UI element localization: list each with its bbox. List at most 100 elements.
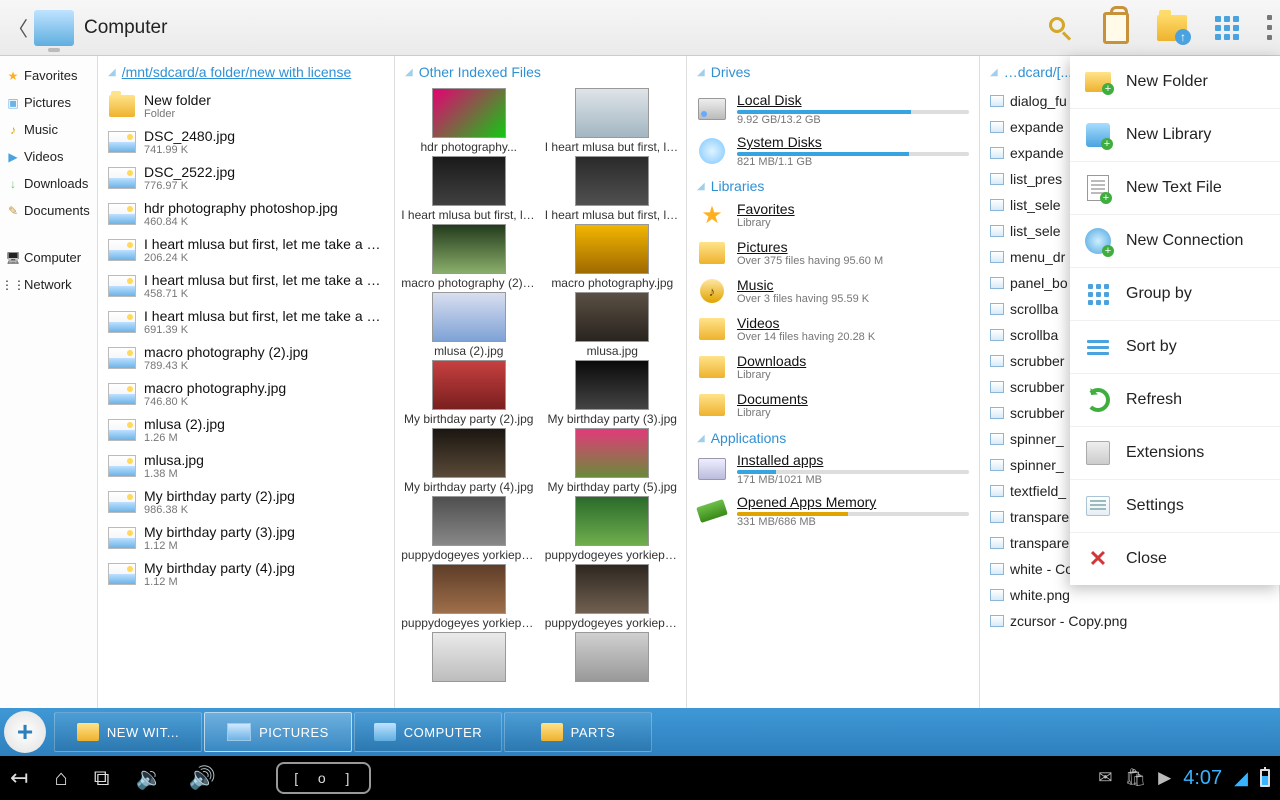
thumbnail[interactable]: I heart mlusa but first, let... <box>545 156 681 222</box>
list-item[interactable]: Installed apps171 MB/1021 MB <box>693 448 973 490</box>
tab-parts[interactable]: PARTS <box>504 712 652 752</box>
store-tray-icon[interactable]: 🛍 <box>1125 768 1147 788</box>
sidebar-item-documents[interactable]: ✎Documents <box>0 197 97 224</box>
view-grid-icon[interactable] <box>1215 16 1239 40</box>
screenshot-button[interactable]: [ o ] <box>276 762 371 794</box>
menu-item-new-connection[interactable]: New Connection <box>1070 215 1280 268</box>
search-icon[interactable] <box>1045 13 1075 43</box>
play-tray-icon[interactable]: ▶ <box>1158 768 1171 788</box>
sidebar-item-computer[interactable]: 🖥Computer <box>0 244 97 271</box>
thumb-caption: hdr photography... <box>420 140 517 154</box>
section-libraries[interactable]: Libraries <box>711 178 765 194</box>
menu-item-extensions[interactable]: Extensions <box>1070 427 1280 480</box>
thumbnail[interactable]: macro photography (2).jpg <box>401 224 537 290</box>
file-row[interactable]: zcursor - Copy.png <box>986 608 1273 634</box>
section-applications[interactable]: Applications <box>711 430 787 446</box>
nav-home-icon[interactable]: ⌂ <box>54 765 67 791</box>
android-navbar: ↤ ⌂ ⧉ 🔉 🔊 [ o ] ✉ 🛍 ▶ 4:07 ◢ <box>0 756 1280 800</box>
tab-pictures[interactable]: PICTURES <box>204 712 352 752</box>
sidebar-item-pictures[interactable]: ▣Pictures <box>0 89 97 116</box>
thumbnail[interactable]: puppydogeyes yorkiepoo... <box>545 496 681 562</box>
file-row[interactable]: DSC_2522.jpg776.97 K <box>104 160 388 196</box>
thumbnail[interactable]: My birthday party (5).jpg <box>545 428 681 494</box>
overflow-menu-icon[interactable] <box>1267 15 1272 40</box>
thumbnail[interactable]: I heart mlusa but first, let... <box>545 88 681 154</box>
folder-icon <box>109 95 135 117</box>
sidebar-item-videos[interactable]: ▶Videos <box>0 143 97 170</box>
add-tab-button[interactable]: + <box>4 711 46 753</box>
sidebar-item-favorites[interactable]: ★Favorites <box>0 62 97 89</box>
thumbnail[interactable]: I heart mlusa but first, let... <box>401 156 537 222</box>
star-icon: ★ <box>701 201 723 230</box>
menu-item-new-library[interactable]: New Library <box>1070 109 1280 162</box>
box-icon <box>699 356 725 378</box>
thumbnail[interactable]: mlusa.jpg <box>545 292 681 358</box>
image-icon <box>108 383 136 405</box>
thumbnail[interactable] <box>545 632 681 684</box>
menu-item-group-by[interactable]: Group by <box>1070 268 1280 321</box>
tab-computer[interactable]: COMPUTER <box>354 712 502 752</box>
image-icon <box>108 455 136 477</box>
file-row[interactable]: My birthday party (4).jpg1.12 M <box>104 556 388 592</box>
file-row[interactable]: hdr photography photoshop.jpg460.84 K <box>104 196 388 232</box>
file-row[interactable]: mlusa (2).jpg1.26 M <box>104 412 388 448</box>
file-row[interactable]: I heart mlusa but first, let me take a s… <box>104 304 388 340</box>
file-row[interactable]: I heart mlusa but first, let me take a s… <box>104 232 388 268</box>
thumbnail[interactable]: puppydogeyes yorkiepoo... <box>401 496 537 562</box>
file-row[interactable]: mlusa.jpg1.38 M <box>104 448 388 484</box>
thumbnail[interactable]: My birthday party (3).jpg <box>545 360 681 426</box>
thumb-image <box>575 360 649 410</box>
file-row[interactable]: My birthday party (2).jpg986.38 K <box>104 484 388 520</box>
menu-item-refresh[interactable]: Refresh <box>1070 374 1280 427</box>
menu-item-new-folder[interactable]: New Folder <box>1070 56 1280 109</box>
list-item[interactable]: Local Disk9.92 GB/13.2 GB <box>693 88 973 130</box>
nav-recent-icon[interactable]: ⧉ <box>94 765 110 791</box>
list-item[interactable]: DownloadsLibrary <box>693 348 973 386</box>
sidebar-item-network[interactable]: ⋮⋮Network <box>0 271 97 298</box>
menu-item-label: Sort by <box>1126 338 1177 356</box>
clipboard-icon[interactable] <box>1103 12 1129 44</box>
menu-item-sort-by[interactable]: Sort by <box>1070 321 1280 374</box>
panel2-title[interactable]: Other Indexed Files <box>419 64 541 80</box>
file-row[interactable]: macro photography.jpg746.80 K <box>104 376 388 412</box>
thumbnail[interactable]: hdr photography... <box>401 88 537 154</box>
thumb-caption: My birthday party (3).jpg <box>548 412 677 426</box>
thumbnail[interactable]: puppydogeyes yorkiepoo... <box>545 564 681 630</box>
file-row[interactable]: My birthday party (3).jpg1.12 M <box>104 520 388 556</box>
volume-up-icon[interactable]: 🔊 <box>189 765 216 791</box>
sidebar-item-downloads[interactable]: ↓Downloads <box>0 170 97 197</box>
sidebar-icon: ✎ <box>6 204 20 218</box>
list-item[interactable]: PicturesOver 375 files having 95.60 M <box>693 234 973 272</box>
mail-tray-icon[interactable]: ✉ <box>1098 768 1112 788</box>
nav-back-icon[interactable]: ↤ <box>10 765 28 791</box>
file-row[interactable]: DSC_2480.jpg741.99 K <box>104 124 388 160</box>
upload-folder-icon[interactable] <box>1157 15 1187 41</box>
sidebar-item-music[interactable]: ♪Music <box>0 116 97 143</box>
list-item[interactable]: Opened Apps Memory331 MB/686 MB <box>693 490 973 532</box>
menu-item-close[interactable]: ✕Close <box>1070 533 1280 585</box>
file-row[interactable]: I heart mlusa but first, let me take a s… <box>104 268 388 304</box>
thumbnail[interactable]: mlusa (2).jpg <box>401 292 537 358</box>
back-button[interactable]: 〈 <box>8 13 28 42</box>
file-row[interactable]: macro photography (2).jpg789.43 K <box>104 340 388 376</box>
volume-down-icon[interactable]: 🔉 <box>135 765 162 791</box>
thumbnail[interactable]: My birthday party (2).jpg <box>401 360 537 426</box>
list-item[interactable]: VideosOver 14 files having 20.28 K <box>693 310 973 348</box>
list-item[interactable]: DocumentsLibrary <box>693 386 973 424</box>
panel1-path[interactable]: /mnt/sdcard/a folder/new with license <box>122 64 352 80</box>
menu-item-new-text-file[interactable]: New Text File <box>1070 162 1280 215</box>
list-item[interactable]: ♪ MusicOver 3 files having 95.59 K <box>693 272 973 310</box>
thumbnail[interactable]: My birthday party (4).jpg <box>401 428 537 494</box>
file-row[interactable]: white.png <box>986 582 1273 608</box>
section-drives[interactable]: Drives <box>711 64 751 80</box>
list-item[interactable]: ★ FavoritesLibrary <box>693 196 973 234</box>
thumb-caption: I heart mlusa but first, let... <box>545 140 680 154</box>
thumbnail[interactable]: puppydogeyes yorkiepoo... <box>401 564 537 630</box>
tab-newwit[interactable]: NEW WIT... <box>54 712 202 752</box>
menu-item-settings[interactable]: Settings <box>1070 480 1280 533</box>
sidebar-item-label: Downloads <box>24 176 88 191</box>
list-item[interactable]: System Disks821 MB/1.1 GB <box>693 130 973 172</box>
thumbnail[interactable] <box>401 632 537 684</box>
file-row[interactable]: New folderFolder <box>104 88 388 124</box>
thumbnail[interactable]: macro photography.jpg <box>545 224 681 290</box>
